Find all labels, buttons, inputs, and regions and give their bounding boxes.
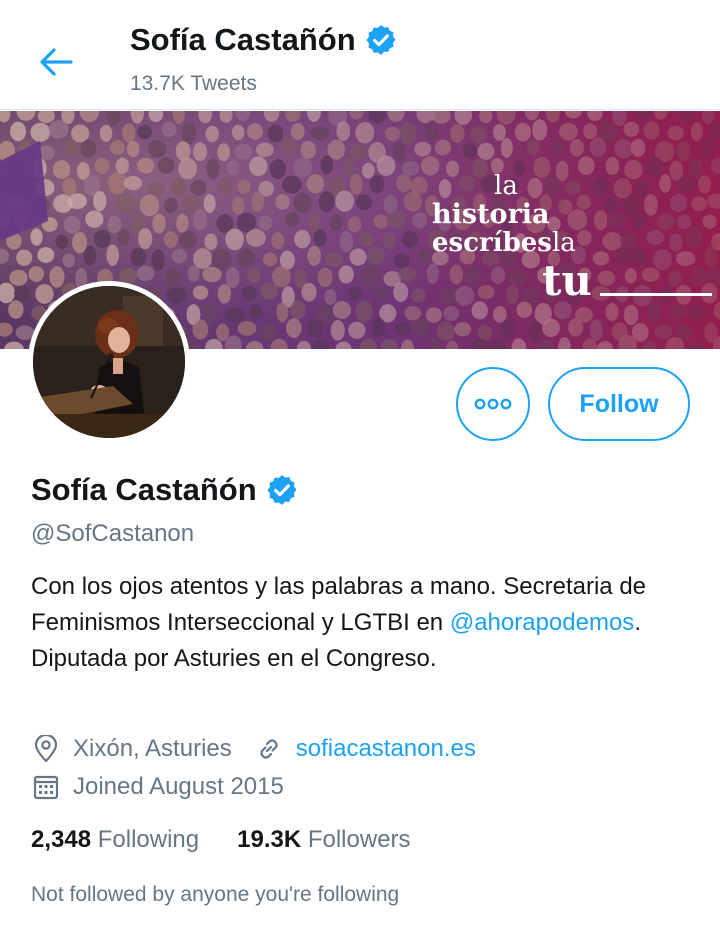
followers-label: Followers xyxy=(307,826,411,853)
profile-stats: 2,348 Following 19.3K Followers xyxy=(31,826,411,854)
profile-website-link[interactable]: sofiacastanon.es xyxy=(296,735,476,763)
calendar-icon xyxy=(31,772,61,802)
verified-badge-icon xyxy=(366,25,396,55)
profile-handle: @SofCastanon xyxy=(31,520,195,547)
avatar-photo xyxy=(33,286,185,438)
back-button[interactable] xyxy=(36,42,76,82)
profile-meta-location-link: Xixón, Asturies sofiacastanon.es xyxy=(31,734,476,764)
not-followed-notice: Not followed by anyone you're following xyxy=(31,883,400,906)
profile-joined: Joined August 2015 xyxy=(73,773,284,800)
slogan-underline xyxy=(599,293,712,296)
arrow-left-icon xyxy=(40,48,73,76)
followers-count: 19.3K xyxy=(237,826,302,853)
following-count: 2,348 xyxy=(31,826,92,853)
header-title: Sofía Castañón xyxy=(130,22,398,58)
profile-name: Sofía Castañón xyxy=(31,472,299,508)
banner-slogan: la historia escríbesla tu xyxy=(432,173,712,302)
profile-bio: Con los ojos atentos y las palabras a ma… xyxy=(31,569,701,677)
slogan-line-3a: escríbes xyxy=(432,228,552,258)
slogan-line-2: historia xyxy=(432,199,550,230)
more-options-button[interactable] xyxy=(456,367,530,441)
tweet-count: 13.7K Tweets xyxy=(130,72,257,95)
slogan-line-1: la xyxy=(494,171,518,201)
profile-location: Xixón, Asturies xyxy=(73,735,232,762)
slogan-line-4: tu xyxy=(542,260,712,302)
verified-badge-icon xyxy=(267,475,297,505)
following-stat[interactable]: 2,348 Following xyxy=(31,826,199,854)
following-label: Following xyxy=(97,826,200,853)
slogan-line-3b: la xyxy=(551,228,576,258)
slogan-line-3: escríbesla xyxy=(432,230,712,256)
more-options-icon xyxy=(474,398,512,410)
followers-stat[interactable]: 19.3K Followers xyxy=(237,826,410,854)
header-title-text: Sofía Castañón xyxy=(130,22,356,57)
top-bar: Sofía Castañón 13.7K Tweets xyxy=(0,0,720,110)
profile-meta-joined: Joined August 2015 xyxy=(31,772,284,802)
location-pin-icon xyxy=(31,734,61,764)
link-icon xyxy=(254,734,284,764)
slogan-line-4-text: tu xyxy=(542,256,592,305)
follow-button[interactable]: Follow xyxy=(548,367,690,441)
profile-name-text: Sofía Castañón xyxy=(31,472,257,507)
avatar[interactable] xyxy=(28,281,190,443)
bio-mention-link[interactable]: @ahorapodemos xyxy=(450,609,634,636)
